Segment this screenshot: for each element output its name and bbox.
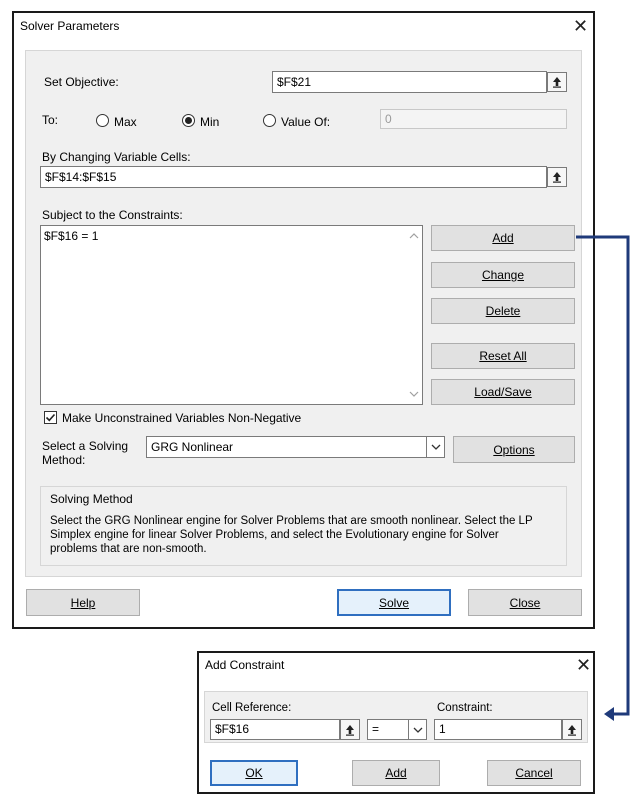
min-radio[interactable]: [182, 114, 195, 127]
load-save-button[interactable]: Load/Save: [431, 379, 575, 405]
cell-reference-input[interactable]: $F$16: [210, 719, 340, 740]
operator-select[interactable]: =: [367, 719, 427, 740]
method-select[interactable]: GRG Nonlinear: [146, 436, 445, 458]
change-button-label: Change: [481, 268, 525, 282]
to-label: To:: [42, 113, 59, 127]
reset-all-button-label: Reset All: [479, 349, 527, 363]
changing-cells-label: By Changing Variable Cells:: [42, 150, 191, 164]
solving-method-desc-3: problems that are non-smooth.: [50, 543, 207, 555]
constraint-input[interactable]: 1: [434, 719, 562, 740]
reset-all-button[interactable]: Reset All: [431, 343, 575, 369]
value-of-input[interactable]: 0: [380, 109, 567, 129]
close-button-label: Close: [509, 595, 541, 610]
solve-button-label: Solve: [378, 595, 410, 610]
scroll-down-icon[interactable]: [409, 387, 419, 401]
operator-value: =: [372, 722, 380, 736]
solver-main-panel: Set Objective: $F$21 To: Max Min Value O…: [25, 50, 582, 577]
cancel-button[interactable]: Cancel: [487, 760, 581, 786]
delete-button-label: Delete: [485, 304, 521, 318]
solving-method-box: Solving Method Select the GRG Nonlinear …: [40, 486, 567, 566]
close-button[interactable]: Close: [468, 589, 582, 616]
add-constraint-panel: Cell Reference: $F$16 = Constraint: 1: [204, 691, 588, 743]
add-constraint-dialog: Add Constraint ✕ Cell Reference: $F$16 =…: [197, 651, 595, 794]
ok-button[interactable]: OK: [210, 760, 298, 786]
solving-method-desc-2: Simplex engine for linear Solver Problem…: [50, 529, 499, 541]
nonnegative-label: Make Unconstrained Variables Non-Negativ…: [62, 411, 302, 425]
value-of-label: Value Of:: [281, 115, 331, 129]
cancel-button-label: Cancel: [515, 766, 553, 780]
options-button-label: Options: [493, 442, 535, 457]
add-button[interactable]: Add: [431, 225, 575, 251]
close-icon[interactable]: ✕: [576, 656, 591, 674]
options-button[interactable]: Options: [453, 436, 575, 463]
constraint-item[interactable]: $F$16 = 1: [44, 229, 98, 243]
method-select-value: GRG Nonlinear: [151, 440, 234, 454]
add-constraint-add-label: Add: [385, 766, 407, 780]
method-label-line2: Method:: [42, 453, 86, 467]
cell-reference-label: Cell Reference:: [212, 702, 292, 714]
ok-button-label: OK: [245, 766, 263, 780]
change-button[interactable]: Change: [431, 262, 575, 288]
close-icon[interactable]: ✕: [573, 17, 588, 35]
changing-cells-input[interactable]: $F$14:$F$15: [40, 166, 547, 188]
max-label: Max: [114, 115, 137, 129]
constraints-label: Subject to the Constraints:: [42, 208, 183, 222]
constraints-list[interactable]: $F$16 = 1: [40, 225, 423, 405]
objective-input[interactable]: $F$21: [272, 71, 547, 93]
collapse-dialog-icon[interactable]: [340, 719, 360, 740]
collapse-dialog-icon[interactable]: [547, 72, 567, 92]
scroll-up-icon[interactable]: [409, 229, 419, 243]
solving-method-desc-1: Select the GRG Nonlinear engine for Solv…: [50, 515, 533, 527]
collapse-dialog-icon[interactable]: [562, 719, 582, 740]
solve-button[interactable]: Solve: [337, 589, 451, 616]
solver-parameters-dialog: Solver Parameters ✕ Set Objective: $F$21…: [12, 11, 595, 629]
nonnegative-checkbox[interactable]: [44, 411, 57, 424]
set-objective-label: Set Objective:: [44, 75, 119, 89]
constraint-label: Constraint:: [437, 702, 493, 714]
constraints-scrollbar[interactable]: [406, 226, 422, 404]
dropdown-arrow-icon[interactable]: [408, 720, 426, 739]
method-label-line1: Select a Solving: [42, 439, 129, 453]
solving-method-heading: Solving Method: [50, 492, 133, 506]
help-button-label: Help: [70, 595, 96, 610]
value-of-radio[interactable]: [263, 114, 276, 127]
help-button[interactable]: Help: [26, 589, 140, 616]
load-save-button-label: Load/Save: [474, 385, 532, 399]
collapse-dialog-icon[interactable]: [547, 167, 567, 187]
dropdown-arrow-icon[interactable]: [426, 437, 444, 457]
add-constraint-add-button[interactable]: Add: [352, 760, 440, 786]
add-constraint-title: Add Constraint: [205, 658, 285, 672]
min-label: Min: [200, 115, 220, 129]
dialog-title: Solver Parameters: [20, 19, 120, 33]
delete-button[interactable]: Delete: [431, 298, 575, 324]
add-button-label: Add: [492, 231, 514, 245]
max-radio[interactable]: [96, 114, 109, 127]
checkmark-icon: [45, 413, 56, 422]
